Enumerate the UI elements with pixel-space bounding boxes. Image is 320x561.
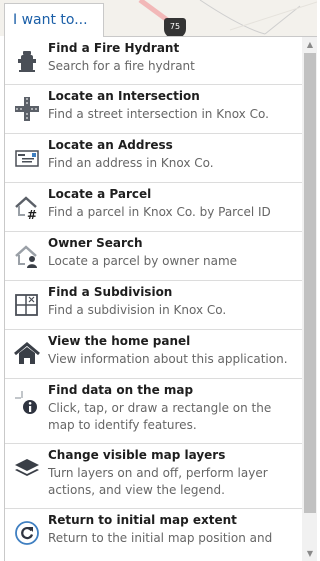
item-title: Owner Search (48, 236, 143, 250)
item-title: Locate a Parcel (48, 187, 152, 201)
list-item-find-subdivision[interactable]: Find a Subdivision Find a subdivision in… (5, 281, 302, 330)
fire-hydrant-icon (13, 47, 41, 75)
interstate-shield-label: 75 (169, 22, 181, 31)
owner-search-icon (13, 242, 41, 270)
tool-list: Find a Fire Hydrant Search for a fire hy… (5, 37, 302, 558)
svg-text:#: # (27, 208, 37, 221)
i-want-to-panel: Find a Fire Hydrant Search for a fire hy… (4, 36, 317, 561)
list-item-locate-address[interactable]: Locate an Address Find an address in Kno… (5, 134, 302, 183)
scroll-down-arrow-icon[interactable]: ▼ (302, 546, 317, 561)
item-description: Turn layers on and off, perform layer ac… (48, 466, 268, 497)
item-title: Locate an Intersection (48, 89, 200, 103)
subdivision-icon (13, 291, 41, 319)
item-description: Find a subdivision in Knox Co. (48, 303, 227, 317)
item-title: Return to initial map extent (48, 513, 237, 527)
list-item-locate-intersection[interactable]: Locate an Intersection Find a street int… (5, 85, 302, 134)
item-title: Change visible map layers (48, 448, 226, 462)
list-item-return-initial-extent[interactable]: Return to initial map extent Return to t… (5, 509, 302, 558)
initial-extent-icon (13, 519, 41, 547)
item-title: Find a Subdivision (48, 285, 173, 299)
identify-icon (13, 389, 41, 417)
tab-label: I want to... (13, 12, 88, 28)
item-title: Locate an Address (48, 138, 173, 152)
home-icon (13, 340, 41, 368)
list-item-locate-parcel[interactable]: # Locate a Parcel Find a parcel in Knox … (5, 183, 302, 232)
item-description: Return to the initial map position and (48, 531, 273, 545)
scrollbar-thumb[interactable] (304, 53, 316, 513)
item-description: View information about this application. (48, 352, 288, 366)
item-title: Find data on the map (48, 383, 194, 397)
intersection-icon (13, 95, 41, 123)
tab-i-want-to[interactable]: I want to... (4, 3, 104, 37)
list-item-find-fire-hydrant[interactable]: Find a Fire Hydrant Search for a fire hy… (5, 37, 302, 85)
address-icon (13, 144, 41, 172)
item-title: Find a Fire Hydrant (48, 41, 180, 55)
layers-icon (13, 454, 41, 482)
interstate-shield-icon: 75 (164, 18, 186, 36)
parcel-icon: # (13, 193, 41, 221)
item-description: Search for a fire hydrant (48, 59, 195, 73)
list-item-view-home-panel[interactable]: View the home panel View information abo… (5, 330, 302, 379)
scroll-up-arrow-icon[interactable]: ▲ (302, 37, 317, 53)
item-description: Click, tap, or draw a rectangle on the m… (48, 401, 272, 432)
list-item-owner-search[interactable]: Owner Search Locate a parcel by owner na… (5, 232, 302, 281)
item-description: Locate a parcel by owner name (48, 254, 238, 268)
item-title: View the home panel (48, 334, 191, 348)
list-item-find-data-on-map[interactable]: Find data on the map Click, tap, or draw… (5, 379, 302, 444)
item-description: Find an address in Knox Co. (48, 156, 214, 170)
vertical-scrollbar[interactable]: ▲ ▼ (302, 37, 317, 561)
list-item-change-map-layers[interactable]: Change visible map layers Turn layers on… (5, 444, 302, 509)
item-description: Find a parcel in Knox Co. by Parcel ID (48, 205, 271, 219)
item-description: Find a street intersection in Knox Co. (48, 107, 269, 121)
